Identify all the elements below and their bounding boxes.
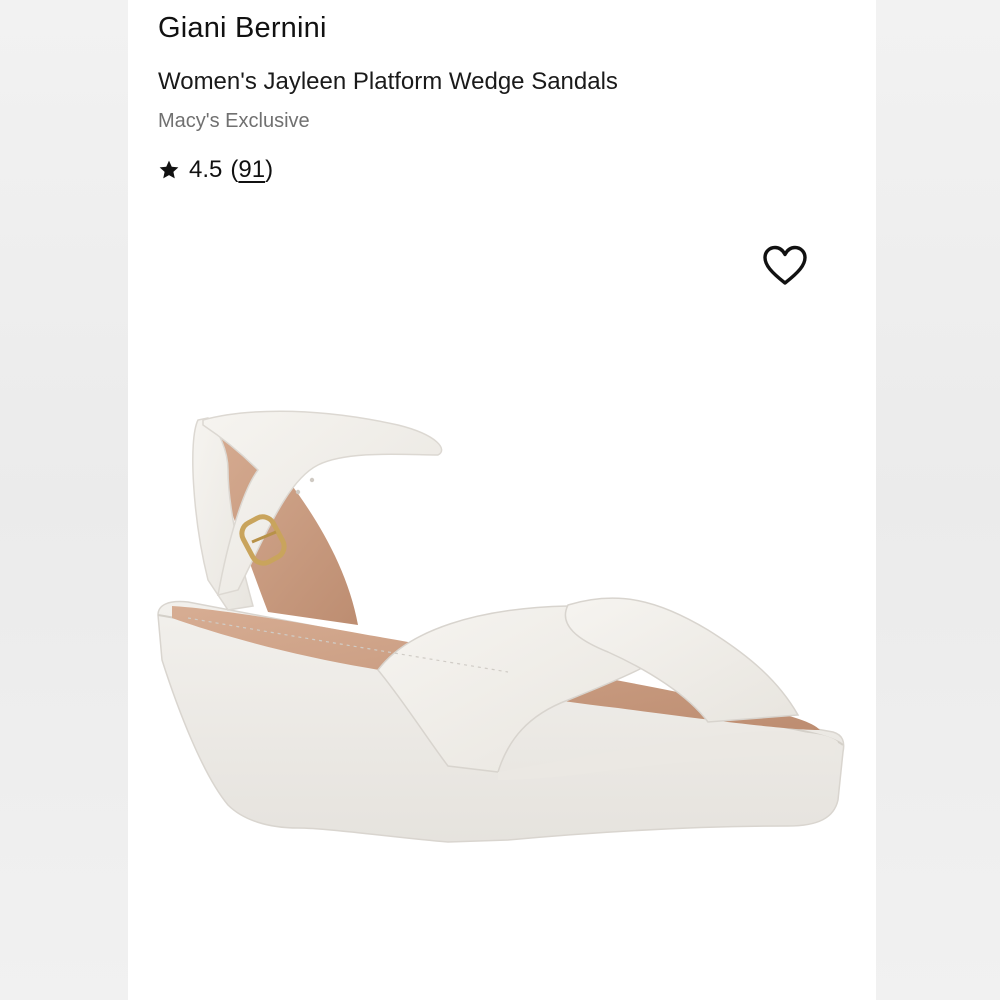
star-icon (159, 160, 179, 179)
product-card: Giani Bernini Women's Jayleen Platform W… (128, 0, 876, 1000)
review-count-link[interactable]: (91) (230, 156, 273, 184)
left-backdrop (0, 0, 128, 1000)
product-title[interactable]: Women's Jayleen Platform Wedge Sandals (158, 68, 618, 96)
rating-value: 4.5 (189, 156, 223, 183)
brand-name[interactable]: Giani Bernini (158, 12, 327, 45)
review-count-close: ) (265, 156, 274, 183)
review-count[interactable]: 91 (238, 156, 265, 183)
rating-summary: 4.5 (91) (158, 156, 273, 184)
heart-outline-icon (763, 245, 807, 285)
exclusive-label: Macy's Exclusive (158, 110, 310, 132)
right-backdrop (876, 0, 1000, 1000)
favorite-button[interactable] (762, 244, 808, 288)
strap-hole (295, 489, 301, 495)
product-image[interactable] (148, 380, 858, 900)
strap-hole (309, 477, 315, 483)
